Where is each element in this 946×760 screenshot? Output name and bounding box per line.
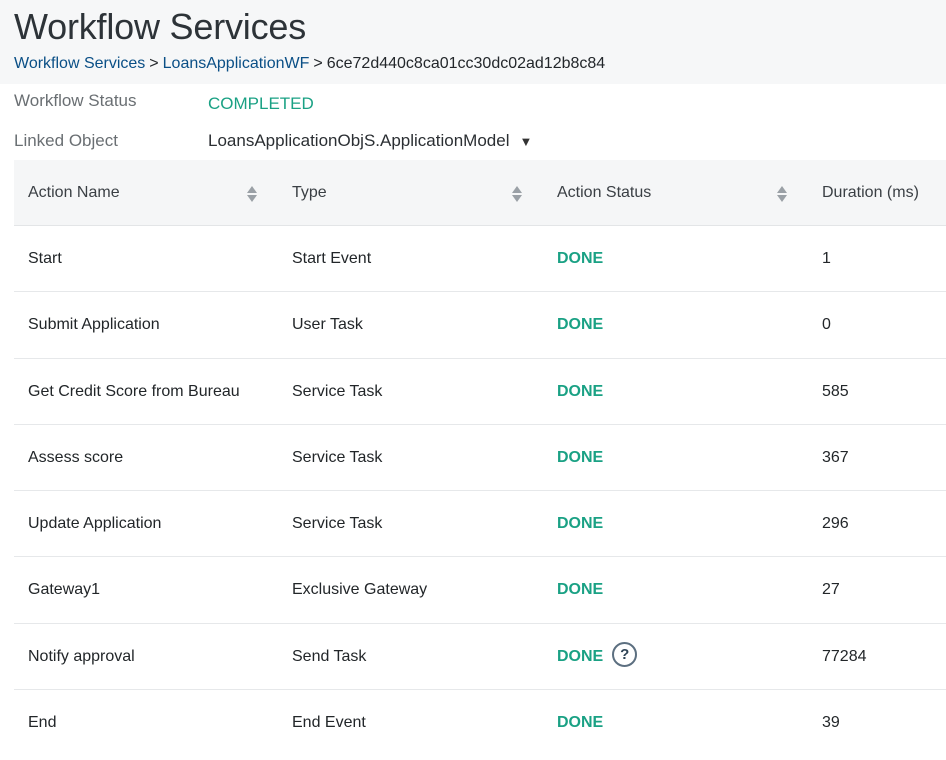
- type-cell: Start Event: [292, 250, 372, 267]
- duration-cell: 1: [822, 250, 831, 267]
- table-row[interactable]: Get Credit Score from Bureau Service Tas…: [14, 359, 946, 425]
- column-header-type[interactable]: Type: [292, 160, 327, 226]
- duration-cell: 296: [822, 515, 849, 533]
- table-row[interactable]: End End Event DONE 39: [14, 690, 946, 756]
- column-header-action-name[interactable]: Action Name: [28, 160, 120, 226]
- duration-cell: 27: [822, 581, 840, 599]
- action-name-cell: End: [28, 714, 57, 732]
- type-cell: Send Task: [292, 647, 367, 665]
- type-cell: Service Task: [292, 448, 383, 466]
- type-cell: End Event: [292, 714, 366, 732]
- linked-object-value: LoansApplicationObjS.ApplicationModel: [208, 131, 510, 150]
- duration-cell: 39: [822, 714, 840, 732]
- column-header-duration[interactable]: Duration (ms): [822, 160, 919, 226]
- table-row[interactable]: Update Application Service Task DONE 296: [14, 491, 946, 558]
- action-status-cell: DONE: [557, 448, 604, 466]
- duration-cell: 77284: [822, 647, 867, 665]
- table-header: Action Name Type Action Status Duration …: [14, 160, 946, 226]
- action-name-cell: Gateway1: [28, 581, 101, 599]
- sort-icon[interactable]: [777, 186, 787, 202]
- table-row[interactable]: Start Start Event DONE 1: [14, 226, 946, 293]
- workflow-status-label: Workflow Status: [14, 91, 137, 110]
- breadcrumb-instance-id: 6ce72d440c8ca01cc30dc02ad12b8c84: [326, 55, 606, 72]
- action-status-cell: DONE: [557, 316, 604, 334]
- page-header: Workflow Services Workflow Services > Loan…: [0, 0, 946, 84]
- actions-table: Action Name Type Action Status Duration …: [14, 160, 946, 760]
- action-name-cell: Get Credit Score from Bureau: [28, 382, 240, 400]
- sort-icon[interactable]: [247, 186, 257, 202]
- table-row[interactable]: Assess score Service Task DONE 367: [14, 425, 946, 492]
- type-cell: User Task: [292, 316, 363, 334]
- duration-cell: 367: [822, 448, 849, 466]
- linked-object-label: Linked Object: [14, 131, 118, 150]
- table-row[interactable]: Submit Application User Task DONE 0: [14, 292, 946, 359]
- action-name-cell: Submit Application: [28, 316, 160, 334]
- action-name-cell: Update Application: [28, 515, 162, 533]
- action-status-cell: DONE?: [557, 624, 638, 690]
- action-name-cell: Start: [28, 250, 62, 267]
- breadcrumb-workflow-services-link[interactable]: Workflow Services: [14, 55, 145, 72]
- action-status-cell: DONE: [557, 714, 604, 732]
- action-name-cell: Assess score: [28, 448, 124, 466]
- breadcrumb-workflow-link[interactable]: LoansApplicationWF: [163, 55, 310, 72]
- table-row[interactable]: Notify approval Send Task DONE? 77284: [14, 624, 946, 691]
- column-header-action-status[interactable]: Action Status: [557, 160, 651, 226]
- table-row[interactable]: Gateway1 Exclusive Gateway DONE 27: [14, 557, 946, 624]
- type-cell: Exclusive Gateway: [292, 581, 428, 599]
- dropdown-caret-icon: ▼: [519, 134, 533, 149]
- table-body: Start Start Event DONE 1 Submit Applicat…: [14, 226, 946, 756]
- type-cell: Service Task: [292, 382, 383, 400]
- action-status-cell: DONE: [557, 382, 604, 400]
- page-title: Workflow Services: [14, 6, 307, 47]
- duration-cell: 0: [822, 316, 831, 334]
- breadcrumb-separator: >: [313, 55, 323, 72]
- duration-cell: 585: [822, 382, 849, 400]
- linked-object-select[interactable]: LoansApplicationObjS.ApplicationModel ▼: [208, 131, 532, 151]
- question-circle-icon[interactable]: ?: [612, 642, 638, 668]
- workflow-status-value: COMPLETED: [208, 94, 314, 113]
- sort-icon[interactable]: [512, 186, 522, 202]
- action-status-cell: DONE: [557, 515, 604, 533]
- action-status-text: DONE: [557, 647, 604, 665]
- type-cell: Service Task: [292, 515, 383, 533]
- action-name-cell: Notify approval: [28, 647, 135, 665]
- action-status-cell: DONE: [557, 581, 604, 599]
- action-status-cell: DONE: [557, 250, 604, 267]
- breadcrumb-separator: >: [149, 55, 159, 72]
- breadcrumb: Workflow Services > LoansApplicationWF >6ce…: [14, 55, 605, 73]
